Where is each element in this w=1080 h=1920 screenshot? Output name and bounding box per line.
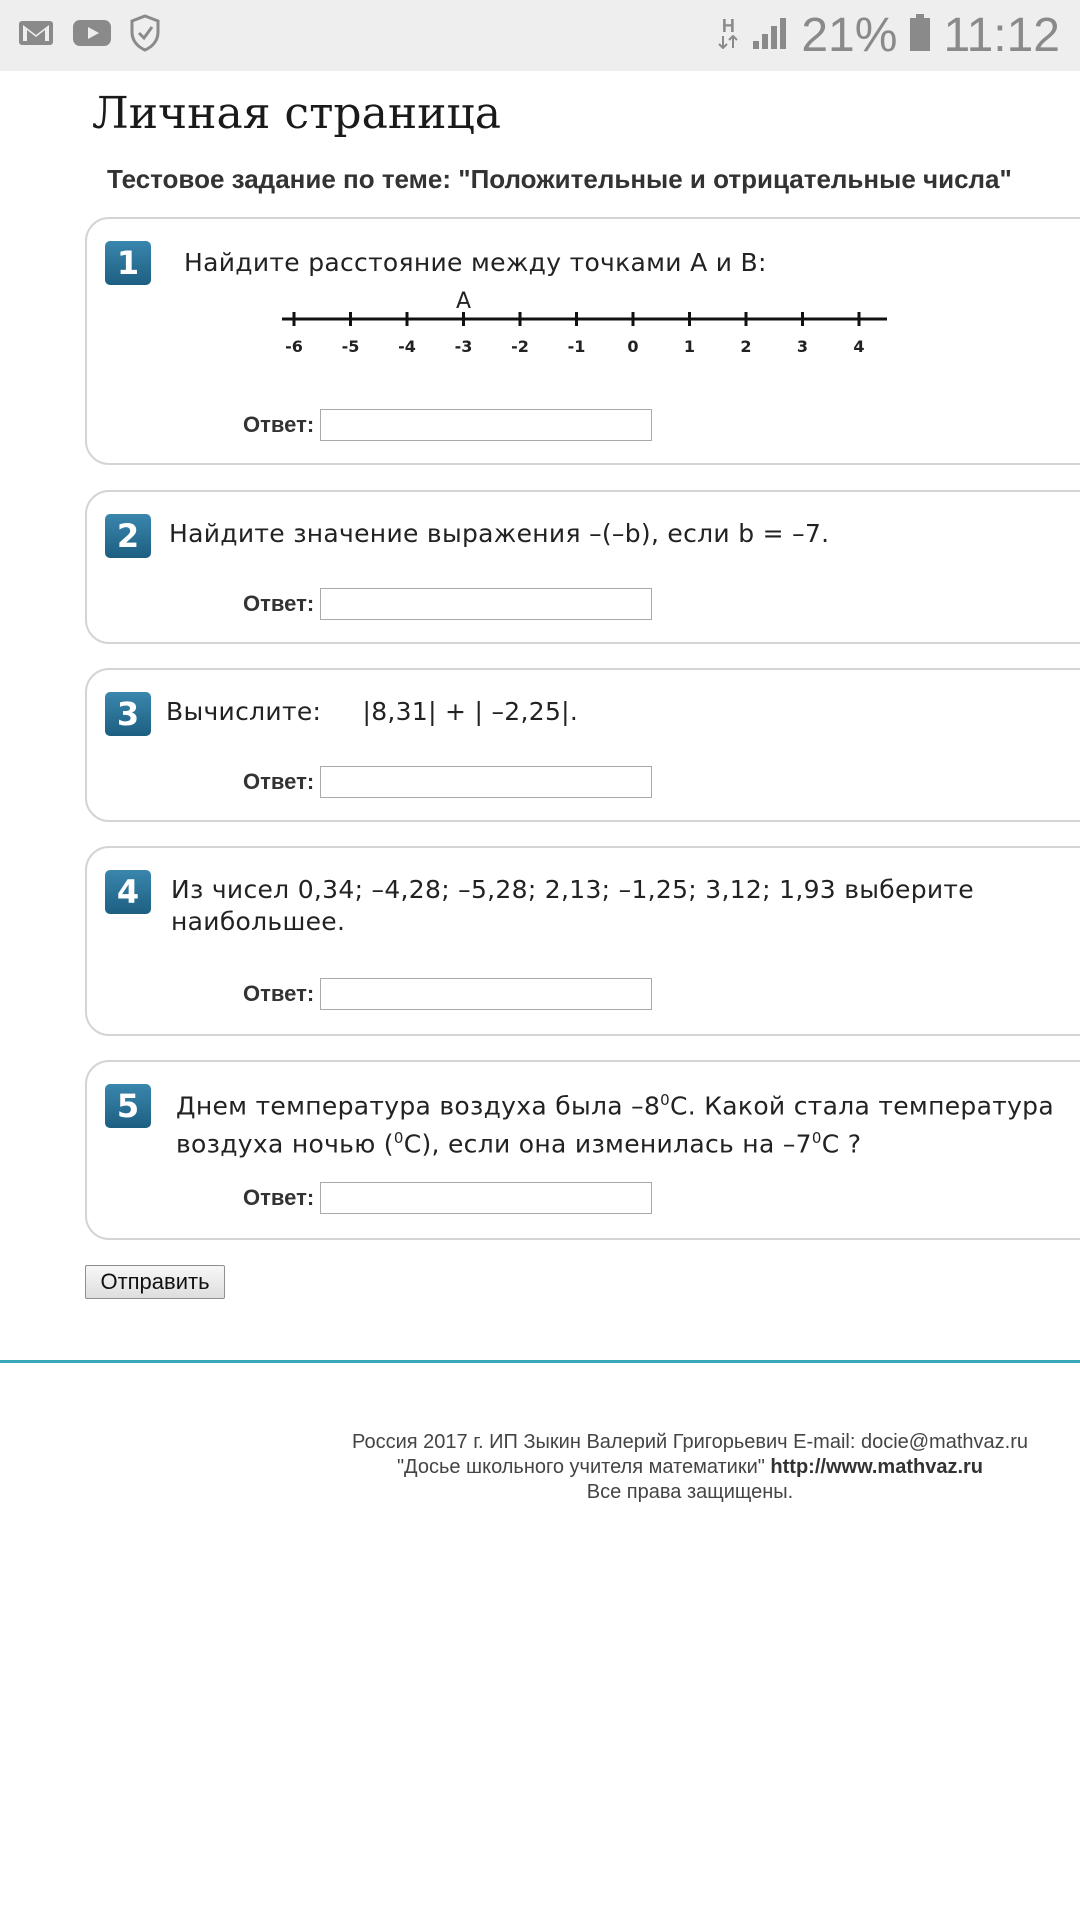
question-3-card: 3 Вычислите: |8,31| + | –2,25|. Ответ:	[85, 668, 1080, 822]
answer-row: Ответ:	[243, 409, 653, 441]
footer-copyright: Россия 2017 г. ИП Зыкин Валерий Григорье…	[352, 1431, 1028, 1453]
question-text: Из чисел 0,34; –4,28; –5,28; 2,13; –1,25…	[171, 874, 974, 938]
answer-input-1[interactable]	[320, 409, 653, 441]
superscript: 0	[393, 1129, 404, 1148]
network-type-indicator: H	[717, 17, 739, 54]
text-fragment: С ?	[821, 1129, 862, 1159]
question-4-card: 4 Из чисел 0,34; –4,28; –5,28; 2,13; –1,…	[85, 846, 1080, 1036]
number-line-tick-label: -6	[285, 337, 303, 356]
shield-icon	[130, 14, 160, 57]
answer-label: Ответ:	[243, 412, 315, 437]
answer-label: Ответ:	[243, 981, 315, 1006]
superscript: 0	[811, 1129, 822, 1148]
question-number-badge: 1	[105, 241, 151, 285]
number-line-tick-label: -5	[342, 337, 360, 356]
footer-site-name: "Досье школьного учителя математики"	[396, 1456, 771, 1478]
signal-icon	[751, 15, 789, 56]
number-line-tick-label: 3	[797, 337, 808, 356]
question-text-line: воздуха ночью (0С), если она изменилась …	[176, 1122, 1054, 1160]
answer-row: Ответ:	[243, 1182, 653, 1214]
question-number-badge: 5	[105, 1084, 151, 1128]
question-text: Днем температура воздуха была –80С. Како…	[176, 1084, 1054, 1161]
question-number-badge: 3	[105, 692, 151, 736]
number-line: -6-5-4-3-2-1012345ABx	[282, 289, 887, 356]
answer-input-5[interactable]	[320, 1182, 653, 1214]
number-line-tick-label: -1	[568, 337, 586, 356]
question-5-card: 5 Днем температура воздуха была –80С. Ка…	[85, 1060, 1080, 1240]
footer-divider	[0, 1360, 1080, 1363]
question-text-line: Днем температура воздуха была –80С. Како…	[176, 1084, 1054, 1122]
answer-input-4[interactable]	[320, 978, 653, 1010]
question-text-line: наибольшее.	[171, 907, 346, 936]
answer-row: Ответ:	[243, 978, 653, 1010]
clock: 11:12	[943, 9, 1060, 62]
text-fragment: С. Какой стала температура	[670, 1091, 1054, 1121]
number-line-tick-label: -4	[398, 337, 416, 356]
number-line-tick-label: 0	[627, 337, 638, 356]
footer-site-link[interactable]: http://www.mathvaz.ru	[770, 1456, 983, 1478]
gmail-icon	[18, 18, 54, 53]
point-a-label: A	[456, 289, 471, 314]
superscript: 0	[660, 1091, 670, 1109]
question-text: Найдите значение выражения –(–b), если b…	[169, 519, 830, 548]
question-text: Найдите расстояние между точками А и В:	[184, 248, 767, 277]
answer-label: Ответ:	[243, 591, 315, 616]
answer-label: Ответ:	[243, 769, 315, 794]
battery-icon	[909, 14, 931, 57]
youtube-icon	[72, 18, 112, 53]
answer-input-2[interactable]	[320, 588, 653, 620]
answer-row: Ответ:	[243, 766, 653, 798]
number-line-tick-label: -2	[511, 337, 529, 356]
test-title: Тестовое задание по теме: "Положительные…	[107, 164, 1012, 194]
question-number-badge: 4	[105, 870, 151, 914]
text-fragment: Днем температура воздуха была –8	[176, 1091, 661, 1121]
footer-site-line: "Досье школьного учителя математики" htt…	[300, 1455, 1080, 1480]
text-fragment: С), если она изменилась на –7	[403, 1129, 812, 1159]
text-fragment: воздуха ночью (	[176, 1129, 394, 1159]
status-bar: H 21% 11:12	[0, 0, 1080, 71]
number-line-tick-label: -3	[455, 337, 473, 356]
footer: Россия 2017 г. ИП Зыкин Валерий Григорье…	[300, 1430, 1080, 1505]
battery-percent: 21%	[801, 9, 898, 62]
submit-button[interactable]: Отправить	[85, 1265, 225, 1299]
question-1-card: 1 Найдите расстояние между точками А и В…	[85, 217, 1080, 465]
data-arrows-icon	[717, 34, 739, 54]
number-line-tick-label: 4	[853, 337, 864, 356]
answer-input-3[interactable]	[320, 766, 653, 798]
question-2-card: 2 Найдите значение выражения –(–b), если…	[85, 490, 1080, 644]
number-line-tick-label: 1	[684, 337, 695, 356]
question-number-badge: 2	[105, 514, 151, 558]
answer-label: Ответ:	[243, 1185, 315, 1210]
page-title: Личная страница	[92, 88, 501, 139]
answer-row: Ответ:	[243, 588, 653, 620]
network-type-label: H	[721, 16, 735, 36]
number-line-tick-label: 2	[740, 337, 751, 356]
question-text: Вычислите: |8,31| + | –2,25|.	[166, 697, 579, 726]
question-text-line: Из чисел 0,34; –4,28; –5,28; 2,13; –1,25…	[171, 875, 974, 904]
footer-rights: Все права защищены.	[586, 1481, 794, 1503]
